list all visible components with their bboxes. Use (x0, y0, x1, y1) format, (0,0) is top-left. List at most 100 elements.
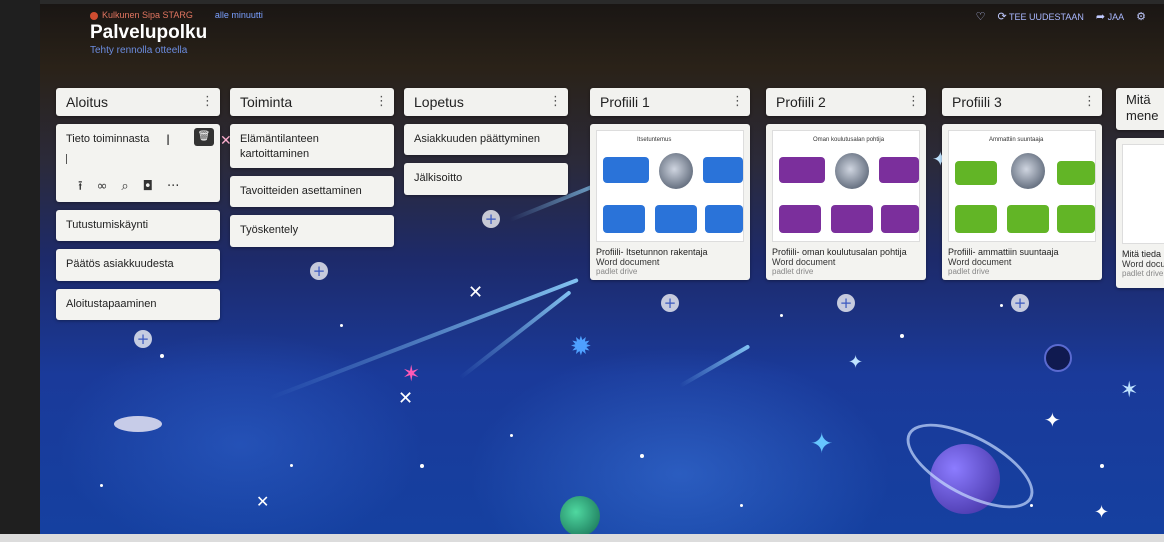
post-card[interactable]: Tavoitteiden asettaminen (230, 176, 394, 208)
column-toiminta: Toiminta ⋮ Elämäntilanteen kartoittamine… (230, 88, 394, 280)
search-icon[interactable]: ⌕ (121, 178, 128, 196)
thumbnail-box (779, 157, 825, 183)
star-dot (290, 464, 293, 467)
thumbnail-box (1057, 205, 1095, 233)
kebab-icon[interactable]: ⋮ (731, 94, 744, 109)
column-header[interactable]: Profiili 1 ⋮ (590, 88, 750, 116)
post-card[interactable]: Asiakkuuden päättyminen (404, 124, 568, 156)
document-source: padlet drive (1122, 269, 1164, 278)
brain-image (659, 153, 693, 189)
document-thumbnail: Itsetuntemus (596, 130, 744, 242)
post-card[interactable]: Tutustumiskäynti (56, 210, 220, 242)
document-thumbnail (1122, 144, 1164, 244)
share-icon: ➦ (1095, 10, 1106, 23)
thumbnail-box (705, 205, 743, 233)
post-title-input[interactable]: Tieto toiminnasta (66, 133, 149, 145)
add-post-button[interactable]: + (134, 330, 152, 348)
document-source: padlet drive (948, 267, 990, 276)
comet (679, 344, 751, 388)
document-post[interactable]: Oman koulutusalan pohtija Profiili- oman… (766, 124, 926, 280)
column-header[interactable]: Lopetus ⋮ (404, 88, 568, 116)
column-title: Profiili 2 (776, 94, 826, 110)
author-link[interactable]: Kulkunen Sipa STARG (90, 10, 193, 20)
kebab-icon[interactable]: ⋮ (201, 94, 214, 109)
star: ✶ (1120, 378, 1139, 403)
column-title: Aloitus (66, 94, 109, 110)
gear-icon[interactable]: ⚙ (1136, 10, 1146, 23)
upload-icon[interactable]: ⭱ (78, 178, 83, 196)
column-header[interactable]: Aloitus ⋮ (56, 88, 220, 116)
thumbnail-box (603, 205, 645, 233)
document-title: Profiili- Itsetunnon rakentaja (596, 247, 708, 257)
thumbnail-box (881, 205, 919, 233)
remake-button[interactable]: ⟳ TEE UUDESTAAN (997, 10, 1083, 23)
post-card[interactable]: Päätös asiakkuudesta (56, 249, 220, 281)
kebab-icon[interactable]: ⋮ (549, 94, 562, 109)
trash-icon[interactable]: 🗑 (194, 128, 214, 146)
link-icon[interactable]: ∞ (97, 178, 108, 196)
add-post-button[interactable]: + (661, 294, 679, 312)
attachment-toolbar: ⭱ ∞ ⌕ ◘ ··· (78, 178, 179, 196)
thumbnail-title: Oman koulutusalan pohtija (813, 137, 885, 143)
thumbnail-title: Itsetuntemus (637, 137, 672, 143)
column-header[interactable]: Toiminta ⋮ (230, 88, 394, 116)
document-post[interactable]: Ammattiin suuntaaja Profiili- ammattiin … (942, 124, 1102, 280)
star-dot (900, 334, 904, 338)
column-profiili-1: Profiili 1 ⋮ Itsetuntemus Profiili- Itse… (590, 88, 750, 312)
thumbnail-box (703, 157, 743, 183)
document-title: Profiili- ammattiin suuntaaja (948, 247, 1059, 257)
kebab-icon[interactable]: ⋮ (907, 94, 920, 109)
remake-icon: ⟳ (997, 10, 1007, 23)
thumbnail-title: Ammattiin suuntaaja (989, 137, 1044, 143)
star-dot (160, 354, 164, 358)
add-post-button[interactable]: + (837, 294, 855, 312)
camera-icon[interactable]: ◘ (143, 178, 153, 196)
post-editor[interactable]: Tieto toiminnasta I 🗑 ⭱ ∞ ⌕ ◘ ··· (56, 124, 220, 202)
post-card[interactable]: Jälkisoitto (404, 163, 568, 195)
column-mita-mene: Mitä mene Mitä tieda Word docu padlet dr… (1116, 88, 1164, 288)
star-dot (1100, 464, 1104, 468)
thumbnail-box (603, 157, 649, 183)
more-icon[interactable]: ··· (167, 178, 179, 196)
column-aloitus: Aloitus ⋮ Tieto toiminnasta I 🗑 ⭱ ∞ ⌕ ◘ … (56, 88, 220, 348)
document-title: Mitä tieda (1122, 249, 1162, 259)
last-edited: alle minuutti (214, 10, 263, 20)
document-type: Word docu (1122, 259, 1164, 269)
post-card[interactable]: Työskentely (230, 215, 394, 247)
add-post-button[interactable]: + (482, 210, 500, 228)
star-dot (100, 484, 103, 487)
text-cursor-icon: I (166, 133, 171, 149)
document-post[interactable]: Itsetuntemus Profiili- Itsetunnon rakent… (590, 124, 750, 280)
star: ✦ (810, 427, 834, 460)
thumbnail-box (1057, 161, 1095, 185)
breadcrumb: Kulkunen Sipa STARG alle minuutti (90, 10, 263, 20)
star-dot (1030, 504, 1033, 507)
column-title: Toiminta (240, 94, 293, 110)
document-source: padlet drive (596, 267, 638, 276)
add-post-button[interactable]: + (1011, 294, 1029, 312)
document-title: Profiili- oman koulutusalan pohtija (772, 247, 907, 257)
share-button[interactable]: ➦ JAA (1096, 10, 1124, 23)
post-card[interactable]: Elämäntilanteen kartoittaminen (230, 124, 394, 168)
star-dot (1000, 304, 1003, 307)
thumbnail-box (655, 205, 697, 233)
document-post[interactable]: Mitä tieda Word docu padlet drive (1116, 138, 1164, 288)
column-header[interactable]: Profiili 2 ⋮ (766, 88, 926, 116)
column-title: Profiili 3 (952, 94, 1002, 110)
star: ✦ (1094, 502, 1110, 523)
add-post-button[interactable]: + (310, 262, 328, 280)
kebab-icon[interactable]: ⋮ (375, 94, 388, 109)
avatar (90, 11, 98, 20)
star-dot (420, 464, 424, 468)
kebab-icon[interactable]: ⋮ (1083, 94, 1096, 109)
document-type: Word document (948, 257, 1012, 267)
column-header[interactable]: Profiili 3 ⋮ (942, 88, 1102, 116)
star: ✦ (848, 352, 864, 373)
brain-image (835, 153, 869, 189)
column-header[interactable]: Mitä mene (1116, 88, 1164, 130)
heart-icon[interactable]: ♡ (976, 10, 986, 23)
star: ✶ (402, 362, 421, 387)
star-dot (740, 504, 743, 507)
column-title: Mitä mene (1126, 92, 1159, 123)
post-card[interactable]: Aloitustapaaminen (56, 288, 220, 321)
